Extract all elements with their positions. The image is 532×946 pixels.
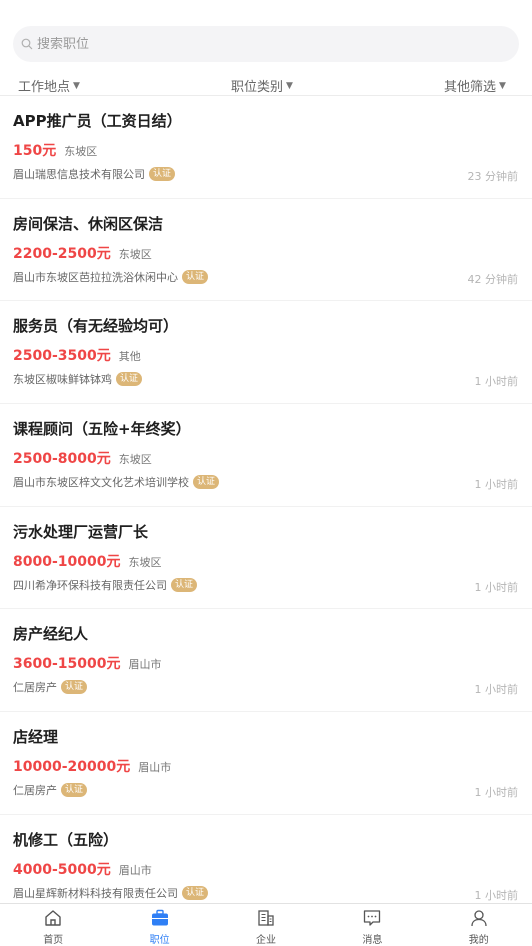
- job-title: 机修工（五险）: [13, 830, 119, 849]
- filter-bar: 工作地点 ▼ 职位类别 ▼ 其他筛选 ▼: [0, 74, 532, 96]
- verified-badge: 认证: [149, 167, 176, 181]
- tab-home[interactable]: 首页: [0, 904, 106, 946]
- job-item[interactable]: APP推广员（工资日结） 150元 东坡区 眉山瑞思信息技术有限公司 认证 23 分…: [0, 96, 532, 199]
- tab-messages[interactable]: 消息: [319, 904, 425, 946]
- job-salary: 10000-20000元: [13, 759, 131, 776]
- job-item[interactable]: 服务员（有无经验均可） 2500-3500元 其他 东坡区椒味鲜钵钵鸡 认证 1 小…: [0, 301, 532, 405]
- caret-down-icon: ▼: [286, 80, 293, 91]
- job-title: 房间保洁、休闲区保洁: [13, 214, 164, 233]
- verified-badge: 认证: [193, 475, 220, 490]
- tab-profile-label: 我的: [468, 935, 489, 946]
- job-time: 23 分钟前: [467, 170, 519, 183]
- filter-location[interactable]: 工作地点 ▼: [18, 76, 80, 95]
- job-company: 四川希净环保科技有限责任公司: [13, 578, 167, 592]
- job-item[interactable]: 房间保洁、休闲区保洁 2200-2500元 东坡区 眉山市东坡区芭拉拉洗浴休闲中心…: [0, 199, 532, 302]
- job-company: 东坡区椒味鲜钵钵鸡: [13, 373, 112, 387]
- home-icon: [42, 908, 64, 928]
- job-title: 房产经纪人: [13, 625, 89, 644]
- caret-down-icon: ▼: [73, 80, 80, 91]
- job-item[interactable]: 房产经纪人 3600-15000元 眉山市 仁居房产 认证 1 小时前: [0, 609, 532, 713]
- tab-messages-label: 消息: [362, 935, 383, 946]
- job-time: 1 小时前: [474, 478, 519, 492]
- job-time: 1 小时前: [474, 375, 519, 389]
- job-title: 店经理: [13, 728, 59, 747]
- search-bar[interactable]: [13, 26, 519, 62]
- search-input[interactable]: [37, 36, 477, 52]
- job-area: 眉山市: [138, 761, 172, 775]
- tab-jobs-label: 职位: [149, 935, 170, 946]
- filter-other[interactable]: 其他筛选 ▼: [444, 76, 506, 95]
- caret-down-icon: ▼: [499, 80, 506, 91]
- job-item[interactable]: 店经理 10000-20000元 眉山市 仁居房产 认证 1 小时前: [0, 712, 532, 815]
- verified-badge: 认证: [182, 269, 209, 284]
- job-company: 眉山市东坡区芭拉拉洗浴休闲中心: [13, 270, 178, 284]
- user-icon: [468, 908, 490, 928]
- job-salary: 2500-8000元: [13, 451, 111, 468]
- filter-category[interactable]: 职位类别 ▼: [231, 76, 293, 95]
- job-title: APP推广员（工资日结）: [13, 112, 182, 130]
- job-area: 其他: [118, 350, 141, 364]
- tab-jobs[interactable]: 职位: [106, 904, 212, 946]
- job-item[interactable]: 课程顾问（五险+年终奖） 2500-8000元 东坡区 眉山市东坡区梓文文化艺术培…: [0, 404, 532, 507]
- job-company: 仁居房产: [13, 784, 57, 798]
- verified-badge: 认证: [61, 783, 88, 798]
- job-time: 1 小时前: [474, 888, 519, 902]
- tab-profile[interactable]: 我的: [426, 904, 532, 946]
- job-area: 东坡区: [128, 555, 162, 569]
- verified-badge: 认证: [61, 680, 88, 695]
- filter-other-label: 其他筛选: [444, 80, 497, 95]
- job-salary: 4000-5000元: [13, 861, 111, 878]
- chat-icon: [361, 908, 383, 928]
- job-area: 东坡区: [64, 145, 98, 158]
- job-company: 仁居房产: [13, 681, 57, 695]
- job-title: 污水处理厂运营厂长: [13, 522, 149, 541]
- job-list: APP推广员（工资日结） 150元 东坡区 眉山瑞思信息技术有限公司 认证 23 分…: [0, 96, 532, 903]
- building-icon: [255, 908, 277, 928]
- job-company: 眉山星辉新材料科技有限责任公司: [13, 886, 178, 900]
- job-salary: 150元: [13, 143, 57, 159]
- verified-badge: 认证: [182, 885, 209, 900]
- filter-category-label: 职位类别: [231, 80, 284, 95]
- job-salary: 2500-3500元: [13, 348, 111, 365]
- bottom-tab-bar: 首页 职位 企业 消息 我的: [0, 903, 532, 946]
- tab-company-label: 企业: [255, 935, 276, 946]
- tab-home-label: 首页: [43, 935, 64, 946]
- filter-location-label: 工作地点: [18, 80, 71, 95]
- search-icon: [19, 36, 35, 52]
- verified-badge: 认证: [116, 372, 143, 387]
- job-area: 眉山市: [128, 658, 162, 672]
- job-item[interactable]: 污水处理厂运营厂长 8000-10000元 东坡区 四川希净环保科技有限责任公司认…: [0, 507, 532, 610]
- job-area: 眉山市: [118, 863, 152, 877]
- briefcase-icon: [149, 908, 171, 928]
- job-salary: 8000-10000元: [13, 553, 121, 570]
- job-company: 眉山瑞思信息技术有限公司: [13, 168, 145, 181]
- verified-badge: 认证: [171, 577, 198, 592]
- job-time: 1 小时前: [474, 786, 519, 800]
- job-salary: 2200-2500元: [13, 245, 111, 262]
- job-item[interactable]: 机修工（五险） 4000-5000元 眉山市 眉山星辉新材料科技有限责任公司 认证 …: [0, 815, 532, 903]
- job-salary: 3600-15000元: [13, 656, 121, 673]
- job-area: 东坡区: [118, 247, 152, 261]
- job-time: 42 分钟前: [467, 272, 519, 286]
- job-company: 眉山市东坡区梓文文化艺术培训学校: [13, 476, 189, 490]
- job-area: 东坡区: [118, 453, 152, 467]
- job-title: 课程顾问（五险+年终奖）: [13, 420, 191, 439]
- job-title: 服务员（有无经验均可）: [13, 317, 179, 336]
- job-time: 1 小时前: [474, 580, 519, 594]
- tab-company[interactable]: 企业: [213, 904, 319, 946]
- job-time: 1 小时前: [474, 683, 519, 697]
